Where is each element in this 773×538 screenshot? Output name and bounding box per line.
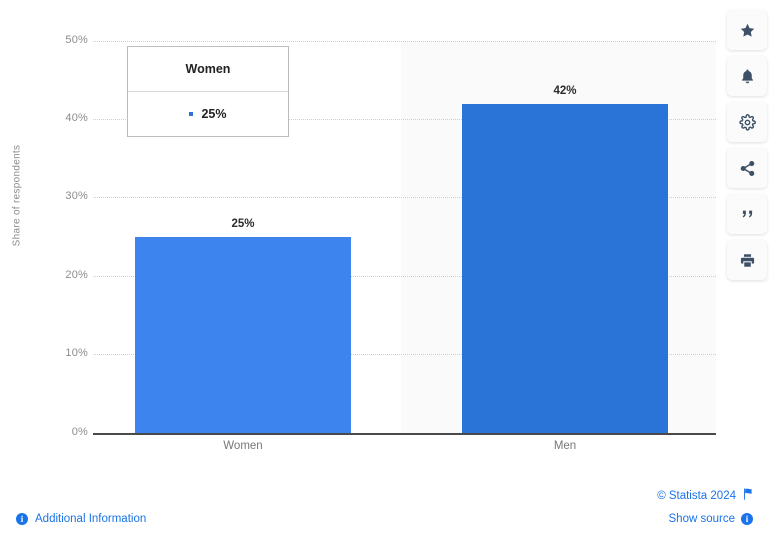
xtick-label-women: Women — [223, 440, 263, 452]
star-icon — [739, 22, 756, 39]
bars-layer — [0, 0, 773, 433]
copyright: © Statista 2024 — [657, 488, 753, 503]
print-icon — [739, 252, 756, 269]
tooltip-value: 25% — [201, 107, 227, 121]
notifications-button[interactable] — [727, 56, 767, 96]
additional-information-label: Additional Information — [35, 513, 147, 525]
quote-icon — [739, 206, 756, 223]
share-icon — [739, 160, 756, 177]
tooltip-body: 25% — [128, 92, 288, 136]
citation-button[interactable] — [727, 194, 767, 234]
bar-men[interactable] — [462, 103, 668, 433]
favorite-button[interactable] — [727, 10, 767, 50]
action-rail — [727, 10, 767, 280]
info-icon: i — [741, 513, 753, 525]
tooltip-series-marker-icon — [189, 112, 194, 116]
settings-button[interactable] — [727, 102, 767, 142]
show-source-label: Show source — [668, 513, 735, 525]
bell-icon — [739, 68, 756, 85]
copyright-text: © Statista 2024 — [657, 489, 736, 502]
bar-women[interactable] — [135, 237, 351, 433]
gear-icon — [738, 113, 756, 131]
axis-baseline — [93, 433, 716, 435]
chart-tooltip: Women 25% — [127, 46, 289, 137]
share-button[interactable] — [727, 148, 767, 188]
footer: © Statista 2024 Show source i i Addition… — [0, 470, 773, 538]
bar-value-women: 25% — [231, 218, 255, 230]
additional-information-link[interactable]: i Additional Information — [16, 513, 146, 525]
info-icon: i — [16, 513, 28, 525]
print-button[interactable] — [727, 240, 767, 280]
chart-canvas: 50% 40% 30% 20% 10% 0% Share of responde… — [0, 0, 773, 470]
show-source-link[interactable]: Show source i — [669, 513, 753, 525]
flag-icon — [742, 488, 753, 503]
xtick-label-men: Men — [553, 440, 577, 452]
bar-value-men: 42% — [553, 84, 577, 97]
tooltip-title: Women — [128, 47, 288, 92]
